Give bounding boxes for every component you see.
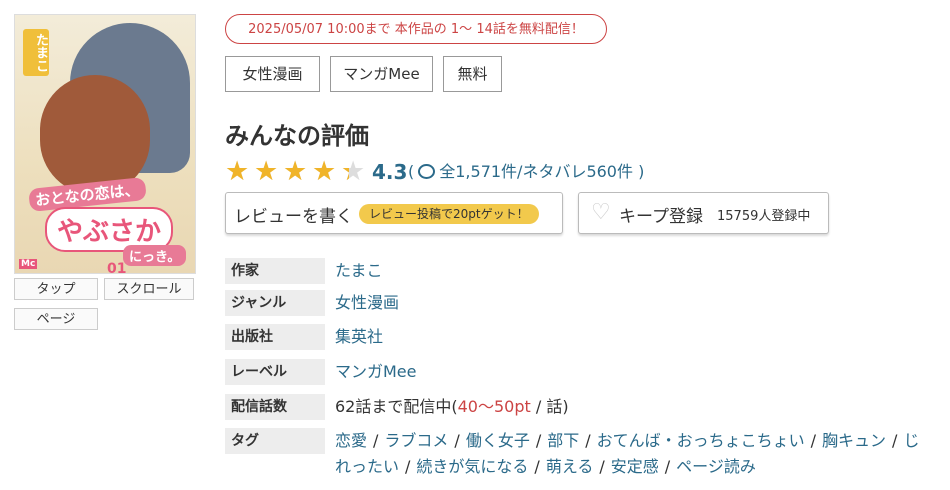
tag-link[interactable]: 続きが気になる xyxy=(416,457,528,476)
tag-separator: / xyxy=(405,457,411,476)
info-key-episodes: 配信話数 xyxy=(225,394,325,420)
category-women-manga-button[interactable]: 女性漫画 xyxy=(225,56,320,92)
genre-link[interactable]: 女性漫画 xyxy=(335,290,399,316)
comic-cover-image[interactable]: たまこ おとなの恋は、 やぶさか にっき。 Mc 01 xyxy=(14,14,196,274)
info-key-author: 作家 xyxy=(225,258,325,284)
heart-icon: ♡ xyxy=(591,200,611,225)
author-link[interactable]: たまこ xyxy=(335,258,383,284)
category-free-button[interactable]: 無料 xyxy=(443,56,502,92)
publisher-link[interactable]: 集英社 xyxy=(335,324,383,350)
info-key-publisher: 出版社 xyxy=(225,324,325,350)
keep-register-count: 15759人登録中 xyxy=(717,209,811,224)
tag-link[interactable]: 働く女子 xyxy=(466,431,530,450)
write-review-label: レビューを書く xyxy=(234,207,353,227)
tag-separator: / xyxy=(535,431,542,450)
comment-bubble-icon xyxy=(418,164,436,179)
episodes-suffix: / 話) xyxy=(530,397,569,416)
tag-separator: / xyxy=(373,431,379,450)
tag-list: 恋愛 / ラブコメ / 働く女子 / 部下 / おてんば・おっちょこちょい / 胸キュン / じれったい… xyxy=(335,428,935,480)
tag-separator: / xyxy=(454,431,460,450)
category-manga-mee-button[interactable]: マンガMee xyxy=(330,56,433,92)
cover-author: たまこ xyxy=(23,29,49,76)
tag-separator: / xyxy=(664,457,671,476)
tag-link[interactable]: ページ読み xyxy=(676,457,756,476)
review-count-link[interactable]: ( 全1,571件/ネタバレ560件 ) xyxy=(408,160,644,184)
keep-register-label: キープ登録 xyxy=(619,207,703,227)
keep-register-button[interactable]: ♡ キープ登録 15759人登録中 xyxy=(578,192,829,234)
review-count-text: 全1,571件/ネタバレ560件 xyxy=(439,162,633,181)
label-link[interactable]: マンガMee xyxy=(335,359,417,385)
star-fill-icon: ★ xyxy=(225,158,250,186)
tag-link[interactable]: 恋愛 xyxy=(335,431,367,450)
viewer-scroll-button[interactable]: スクロール xyxy=(104,278,194,300)
viewer-page-button[interactable]: ページ xyxy=(14,308,98,330)
review-point-badge: レビュー投稿で20ptゲット！ xyxy=(359,204,539,224)
tag-link[interactable]: ラブコメ xyxy=(384,431,448,450)
info-key-tags: タグ xyxy=(225,428,325,454)
tag-separator: / xyxy=(810,431,817,450)
tag-link[interactable]: おてんば・おっちょこちょい xyxy=(597,431,805,450)
tag-separator: / xyxy=(892,431,898,450)
write-review-button[interactable]: レビューを書く レビュー投稿で20ptゲット！ xyxy=(225,192,563,234)
tag-link[interactable]: 胸キュン xyxy=(822,431,886,450)
star-fill-icon: ★ xyxy=(254,158,279,186)
episodes-value: 62話まで配信中(40〜50pt / 話) xyxy=(335,394,569,420)
rating-score: 4.3 xyxy=(372,160,408,184)
count-close-paren: ) xyxy=(638,162,645,181)
cover-volume: 01 xyxy=(107,261,127,274)
star-fill-icon: ★ xyxy=(341,158,349,186)
episodes-price: 40〜50pt xyxy=(457,397,531,416)
cover-publisher-mark: Mc xyxy=(19,259,38,269)
tag-link[interactable]: 部下 xyxy=(547,431,579,450)
info-key-label: レーベル xyxy=(225,359,325,385)
tag-separator: / xyxy=(585,431,591,450)
episodes-prefix: 62話まで配信中( xyxy=(335,397,458,416)
info-key-genre: ジャンル xyxy=(225,290,325,316)
tag-link[interactable]: 安定感 xyxy=(611,457,659,476)
tag-separator: / xyxy=(599,457,605,476)
star-fill-icon: ★ xyxy=(312,158,337,186)
tag-link[interactable]: 萌える xyxy=(546,457,594,476)
rating-heading: みんなの評価 xyxy=(225,122,369,150)
count-open-paren: ( xyxy=(408,162,415,181)
free-episodes-notice: 2025/05/07 10:00まで 本作品の 1～ 14話を無料配信！ xyxy=(225,14,607,44)
star-fill-icon: ★ xyxy=(283,158,308,186)
viewer-tap-button[interactable]: タップ xyxy=(14,278,98,300)
tag-separator: / xyxy=(534,457,540,476)
cover-title-line3: にっき。 xyxy=(123,245,187,266)
